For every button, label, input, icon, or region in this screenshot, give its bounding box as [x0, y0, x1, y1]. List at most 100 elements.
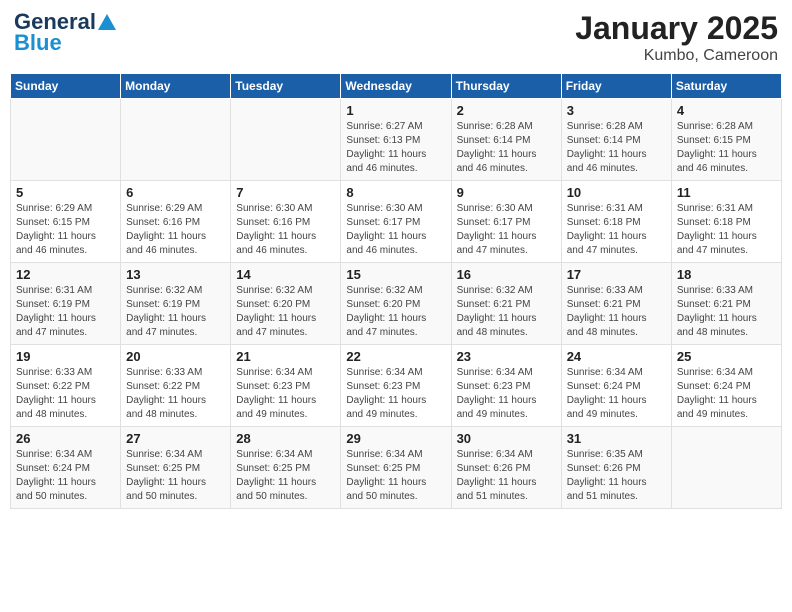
day-number: 30: [457, 431, 556, 446]
weekday-header-saturday: Saturday: [671, 74, 781, 99]
day-info: Sunrise: 6:33 AMSunset: 6:21 PMDaylight:…: [567, 284, 666, 340]
day-number: 22: [346, 349, 445, 364]
day-number: 3: [567, 103, 666, 118]
calendar-cell: 25 Sunrise: 6:34 AMSunset: 6:24 PMDayligh…: [671, 345, 781, 427]
calendar-cell: [671, 427, 781, 509]
calendar-title: January 2025: [575, 10, 778, 47]
page-header: General Blue January 2025 Kumbo, Cameroo…: [10, 10, 782, 65]
day-number: 20: [126, 349, 225, 364]
calendar-cell: 31 Sunrise: 6:35 AMSunset: 6:26 PMDayligh…: [561, 427, 671, 509]
day-info: Sunrise: 6:34 AMSunset: 6:23 PMDaylight:…: [236, 366, 335, 422]
calendar-week-3: 12 Sunrise: 6:31 AMSunset: 6:19 PMDayligh…: [11, 263, 782, 345]
calendar-header-row: SundayMondayTuesdayWednesdayThursdayFrid…: [11, 74, 782, 99]
day-info: Sunrise: 6:34 AMSunset: 6:25 PMDaylight:…: [236, 448, 335, 504]
calendar-week-2: 5 Sunrise: 6:29 AMSunset: 6:15 PMDaylight…: [11, 181, 782, 263]
day-number: 7: [236, 185, 335, 200]
calendar-cell: 5 Sunrise: 6:29 AMSunset: 6:15 PMDaylight…: [11, 181, 121, 263]
day-info: Sunrise: 6:32 AMSunset: 6:20 PMDaylight:…: [236, 284, 335, 340]
day-info: Sunrise: 6:34 AMSunset: 6:24 PMDaylight:…: [677, 366, 776, 422]
calendar-cell: 10 Sunrise: 6:31 AMSunset: 6:18 PMDayligh…: [561, 181, 671, 263]
calendar-cell: [121, 99, 231, 181]
calendar-cell: 3 Sunrise: 6:28 AMSunset: 6:14 PMDaylight…: [561, 99, 671, 181]
calendar-week-4: 19 Sunrise: 6:33 AMSunset: 6:22 PMDayligh…: [11, 345, 782, 427]
day-number: 14: [236, 267, 335, 282]
day-info: Sunrise: 6:32 AMSunset: 6:20 PMDaylight:…: [346, 284, 445, 340]
title-block: January 2025 Kumbo, Cameroon: [575, 10, 778, 65]
day-number: 19: [16, 349, 115, 364]
day-info: Sunrise: 6:33 AMSunset: 6:22 PMDaylight:…: [16, 366, 115, 422]
calendar-cell: 2 Sunrise: 6:28 AMSunset: 6:14 PMDaylight…: [451, 99, 561, 181]
day-number: 13: [126, 267, 225, 282]
calendar-cell: 12 Sunrise: 6:31 AMSunset: 6:19 PMDayligh…: [11, 263, 121, 345]
calendar-week-5: 26Sunrise: 6:34 AMSunset: 6:24 PMDayligh…: [11, 427, 782, 509]
day-info: Sunrise: 6:31 AMSunset: 6:19 PMDaylight:…: [16, 284, 115, 340]
day-number: 24: [567, 349, 666, 364]
day-number: 4: [677, 103, 776, 118]
day-number: 23: [457, 349, 556, 364]
day-info: Sunrise: 6:34 AMSunset: 6:23 PMDaylight:…: [346, 366, 445, 422]
weekday-header-sunday: Sunday: [11, 74, 121, 99]
calendar-cell: 29Sunrise: 6:34 AMSunset: 6:25 PMDayligh…: [341, 427, 451, 509]
day-number: 10: [567, 185, 666, 200]
day-info: Sunrise: 6:27 AMSunset: 6:13 PMDaylight:…: [346, 120, 445, 176]
day-info: Sunrise: 6:31 AMSunset: 6:18 PMDaylight:…: [677, 202, 776, 258]
day-number: 21: [236, 349, 335, 364]
day-number: 17: [567, 267, 666, 282]
calendar-cell: 4 Sunrise: 6:28 AMSunset: 6:15 PMDaylight…: [671, 99, 781, 181]
day-info: Sunrise: 6:35 AMSunset: 6:26 PMDaylight:…: [567, 448, 666, 504]
day-info: Sunrise: 6:30 AMSunset: 6:17 PMDaylight:…: [346, 202, 445, 258]
calendar-cell: 28 Sunrise: 6:34 AMSunset: 6:25 PMDayligh…: [231, 427, 341, 509]
day-number: 25: [677, 349, 776, 364]
calendar-cell: 9Sunrise: 6:30 AMSunset: 6:17 PMDaylight…: [451, 181, 561, 263]
calendar-cell: 19 Sunrise: 6:33 AMSunset: 6:22 PMDayligh…: [11, 345, 121, 427]
calendar-cell: 18 Sunrise: 6:33 AMSunset: 6:21 PMDayligh…: [671, 263, 781, 345]
calendar-table: SundayMondayTuesdayWednesdayThursdayFrid…: [10, 73, 782, 509]
calendar-cell: 1Sunrise: 6:27 AMSunset: 6:13 PMDaylight…: [341, 99, 451, 181]
calendar-cell: [11, 99, 121, 181]
day-info: Sunrise: 6:28 AMSunset: 6:15 PMDaylight:…: [677, 120, 776, 176]
day-info: Sunrise: 6:29 AMSunset: 6:16 PMDaylight:…: [126, 202, 225, 258]
day-info: Sunrise: 6:29 AMSunset: 6:15 PMDaylight:…: [16, 202, 115, 258]
day-info: Sunrise: 6:34 AMSunset: 6:25 PMDaylight:…: [126, 448, 225, 504]
day-info: Sunrise: 6:28 AMSunset: 6:14 PMDaylight:…: [567, 120, 666, 176]
day-number: 2: [457, 103, 556, 118]
day-number: 6: [126, 185, 225, 200]
calendar-cell: 7 Sunrise: 6:30 AMSunset: 6:16 PMDaylight…: [231, 181, 341, 263]
day-info: Sunrise: 6:33 AMSunset: 6:21 PMDaylight:…: [677, 284, 776, 340]
calendar-cell: 13 Sunrise: 6:32 AMSunset: 6:19 PMDayligh…: [121, 263, 231, 345]
day-info: Sunrise: 6:34 AMSunset: 6:24 PMDaylight:…: [567, 366, 666, 422]
day-number: 31: [567, 431, 666, 446]
weekday-header-thursday: Thursday: [451, 74, 561, 99]
calendar-cell: 11 Sunrise: 6:31 AMSunset: 6:18 PMDayligh…: [671, 181, 781, 263]
calendar-body: 1Sunrise: 6:27 AMSunset: 6:13 PMDaylight…: [11, 99, 782, 509]
day-number: 12: [16, 267, 115, 282]
weekday-header-tuesday: Tuesday: [231, 74, 341, 99]
calendar-cell: 24 Sunrise: 6:34 AMSunset: 6:24 PMDayligh…: [561, 345, 671, 427]
day-info: Sunrise: 6:34 AMSunset: 6:23 PMDaylight:…: [457, 366, 556, 422]
calendar-subtitle: Kumbo, Cameroon: [575, 47, 778, 65]
calendar-cell: 16 Sunrise: 6:32 AMSunset: 6:21 PMDayligh…: [451, 263, 561, 345]
day-number: 27: [126, 431, 225, 446]
day-number: 28: [236, 431, 335, 446]
calendar-week-1: 1Sunrise: 6:27 AMSunset: 6:13 PMDaylight…: [11, 99, 782, 181]
day-number: 8: [346, 185, 445, 200]
calendar-cell: 21 Sunrise: 6:34 AMSunset: 6:23 PMDayligh…: [231, 345, 341, 427]
day-info: Sunrise: 6:30 AMSunset: 6:16 PMDaylight:…: [236, 202, 335, 258]
day-info: Sunrise: 6:31 AMSunset: 6:18 PMDaylight:…: [567, 202, 666, 258]
weekday-header-friday: Friday: [561, 74, 671, 99]
weekday-header-monday: Monday: [121, 74, 231, 99]
day-info: Sunrise: 6:32 AMSunset: 6:21 PMDaylight:…: [457, 284, 556, 340]
day-number: 18: [677, 267, 776, 282]
day-number: 9: [457, 185, 556, 200]
day-number: 16: [457, 267, 556, 282]
calendar-cell: 23 Sunrise: 6:34 AMSunset: 6:23 PMDayligh…: [451, 345, 561, 427]
day-info: Sunrise: 6:33 AMSunset: 6:22 PMDaylight:…: [126, 366, 225, 422]
calendar-cell: 27 Sunrise: 6:34 AMSunset: 6:25 PMDayligh…: [121, 427, 231, 509]
day-info: Sunrise: 6:32 AMSunset: 6:19 PMDaylight:…: [126, 284, 225, 340]
day-number: 5: [16, 185, 115, 200]
day-number: 11: [677, 185, 776, 200]
calendar-cell: 22 Sunrise: 6:34 AMSunset: 6:23 PMDayligh…: [341, 345, 451, 427]
day-info: Sunrise: 6:28 AMSunset: 6:14 PMDaylight:…: [457, 120, 556, 176]
calendar-cell: 8 Sunrise: 6:30 AMSunset: 6:17 PMDaylight…: [341, 181, 451, 263]
day-info: Sunrise: 6:34 AMSunset: 6:25 PMDaylight:…: [346, 448, 445, 504]
